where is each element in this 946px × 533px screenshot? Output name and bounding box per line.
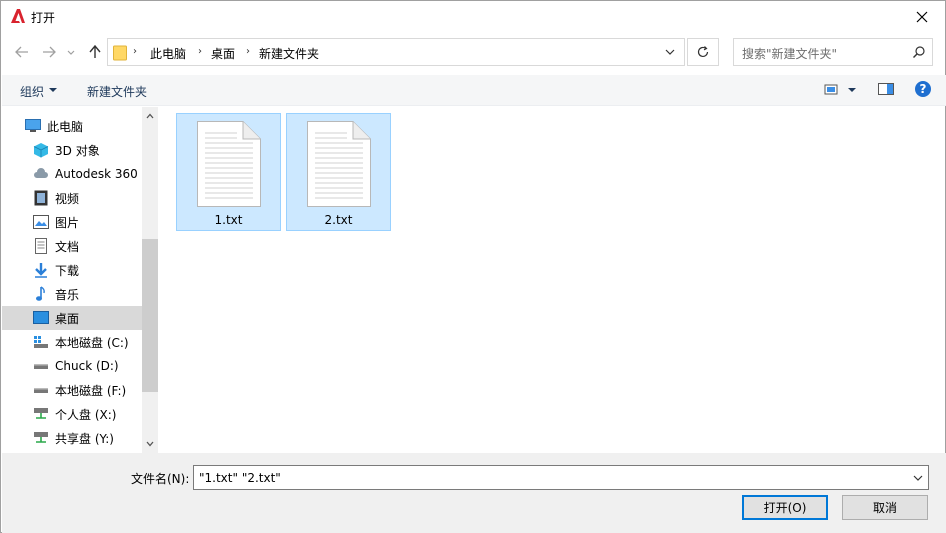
computer-icon [25,118,41,134]
nav-item-videos[interactable]: 视频 [2,186,142,210]
nav-item-drive-d[interactable]: Chuck (D:) [2,354,142,378]
nav-item-downloads[interactable]: 下载 [2,258,142,282]
arrow-right-icon [43,46,56,58]
navigation-pane: 此电脑 3D 对象 Autodesk 360 视频 图片 文档 下载 音乐 桌面… [2,107,158,453]
video-icon [33,190,49,206]
organize-button[interactable]: 组织 [20,83,44,100]
chevron-up-icon [146,113,154,119]
filename-value: "1.txt" "2.txt" [199,471,281,485]
download-icon [33,262,49,278]
nav-item-label: 图片 [55,215,80,230]
nav-item-label: 桌面 [55,311,80,326]
nav-item-label: 个人盘 (X:) [55,407,117,422]
cancel-button[interactable]: 取消 [842,495,928,520]
text-document-icon [197,121,261,207]
nav-item-drive-f[interactable]: 本地磁盘 (F:) [2,378,142,402]
scroll-up-button[interactable] [142,108,158,124]
pictures-icon [33,214,49,230]
scroll-down-button[interactable] [142,436,158,452]
nav-item-label: 音乐 [55,287,80,302]
scrollbar-thumb[interactable] [142,239,158,392]
nav-item-drive-x[interactable]: 个人盘 (X:) [2,402,142,426]
close-icon [916,11,928,22]
file-item-1[interactable]: 1.txt [176,113,281,231]
search-placeholder: 搜索"新建文件夹" [742,47,838,61]
close-button[interactable] [899,1,945,32]
chevron-down-icon[interactable] [912,473,924,483]
system-drive-icon [33,334,49,350]
open-button-label: 打开(O) [763,501,807,515]
window-title: 打开 [31,11,56,25]
breadcrumb-separator-icon: › [246,46,250,57]
music-icon [33,286,49,302]
3d-objects-icon [33,142,49,158]
up-button[interactable] [85,42,105,62]
folder-icon [113,45,127,61]
caret-down-icon [49,88,57,92]
nav-item-drive-y[interactable]: 共享盘 (Y:) [2,426,142,450]
nav-item-pictures[interactable]: 图片 [2,210,142,234]
open-button[interactable]: 打开(O) [742,495,828,520]
help-icon[interactable]: ? [915,81,931,97]
nav-item-label: Autodesk 360 [55,167,138,181]
nav-item-drive-c[interactable]: 本地磁盘 (C:) [2,330,142,354]
back-button[interactable] [12,42,32,62]
nav-item-label: 3D 对象 [55,143,100,158]
search-icon [913,46,925,58]
chevron-down-icon [146,441,154,447]
breadcrumb-desktop[interactable]: 桌面 [211,45,235,62]
drive-icon [33,382,49,398]
nav-item-this-pc[interactable]: 此电脑 [2,114,142,138]
nav-item-label: 本地磁盘 (C:) [55,335,129,350]
nav-item-label: Chuck (D:) [55,359,119,373]
title-bar: 打开 [1,1,945,32]
chevron-down-icon[interactable] [664,47,676,57]
nav-item-music[interactable]: 音乐 [2,282,142,306]
nav-item-label: 下载 [55,263,80,278]
drive-icon [33,358,49,374]
cancel-button-label: 取消 [872,501,897,515]
network-drive-icon [33,406,49,422]
nav-item-3d-objects[interactable]: 3D 对象 [2,138,142,162]
filename-input[interactable]: "1.txt" "2.txt" [193,465,929,490]
breadcrumb-this-pc[interactable]: 此电脑 [150,45,186,62]
nav-item-label: 视频 [55,191,80,206]
autocad-logo-icon [11,9,25,23]
search-input[interactable]: 搜索"新建文件夹" [733,38,933,66]
nav-item-documents[interactable]: 文档 [2,234,142,258]
nav-item-label: 本地磁盘 (F:) [55,383,127,398]
refresh-button[interactable] [687,38,719,66]
change-view-icon[interactable] [824,83,860,97]
arrow-left-icon [15,46,28,58]
text-document-icon [307,121,371,207]
nav-item-desktop[interactable]: 桌面 [2,306,142,330]
arrow-up-icon [89,44,101,58]
filename-label: 文件名(N): [131,472,190,486]
network-drive-icon [33,430,49,446]
nav-item-label: 文档 [55,239,80,254]
nav-item-label: 共享盘 (Y:) [55,431,114,446]
chevron-down-icon [67,50,75,55]
recent-locations-button[interactable] [64,42,78,62]
desktop-icon [33,310,49,326]
breadcrumb-separator-icon: › [198,46,202,57]
breadcrumb-separator-icon: › [133,46,137,57]
nav-item-label: 此电脑 [47,119,84,134]
nav-item-autodesk-360[interactable]: Autodesk 360 [2,162,142,186]
address-bar[interactable]: › 此电脑 › 桌面 › 新建文件夹 [107,38,685,66]
open-file-dialog: 打开 › 此电脑 › 桌面 › 新建文件夹 搜索"新建文件夹" 组织 新建文件夹… [0,0,946,533]
refresh-icon [697,46,709,58]
command-toolbar: 组织 新建文件夹 [2,75,946,106]
file-name: 2.txt [324,213,353,227]
documents-icon [33,238,49,254]
file-item-2[interactable]: 2.txt [286,113,391,231]
cloud-icon [33,166,49,182]
new-folder-button[interactable]: 新建文件夹 [87,83,147,100]
file-name: 1.txt [214,213,243,227]
preview-pane-icon[interactable] [878,82,894,96]
breadcrumb-new-folder[interactable]: 新建文件夹 [259,45,319,62]
forward-button[interactable] [39,42,59,62]
